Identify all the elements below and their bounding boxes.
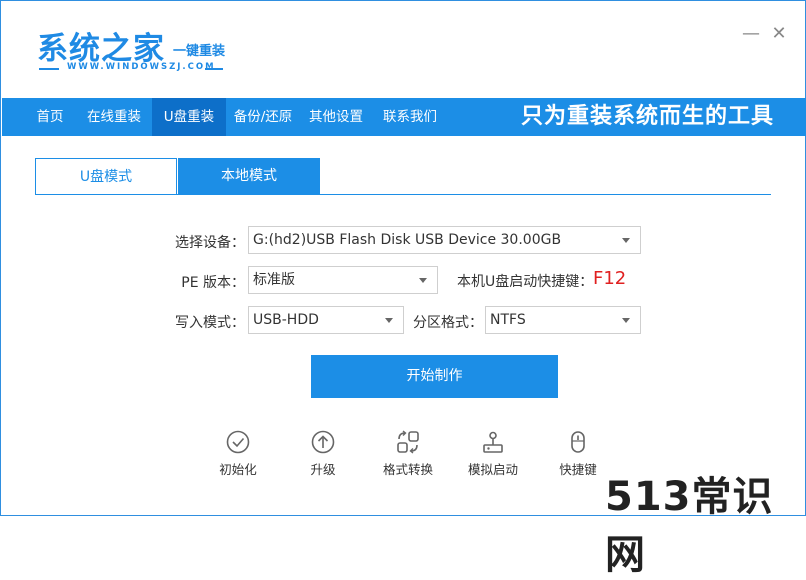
logo-divider-right (205, 68, 223, 70)
nav-online-reinstall[interactable]: 在线重装 (78, 98, 150, 136)
device-label: 选择设备： (175, 235, 245, 251)
tool-simulate-boot-label: 模拟启动 (467, 462, 518, 477)
start-making-button[interactable]: 开始制作 (311, 355, 558, 398)
convert-icon (397, 430, 419, 454)
write-mode-label: 写入模式： (175, 315, 245, 331)
device-select[interactable]: G:(hd2)USB Flash Disk USB Device 30.00GB (248, 226, 641, 254)
pe-version-select[interactable]: 标准版 (248, 266, 438, 294)
nav-home[interactable]: 首页 (26, 98, 74, 136)
chevron-down-icon (385, 318, 393, 323)
chevron-down-icon (419, 278, 427, 283)
partition-format-label: 分区格式： (413, 315, 483, 331)
top-nav: 首页 在线重装 U盘重装 备份/还原 其他设置 联系我们 只为重装系统而生的工具 (2, 98, 806, 136)
logo-url: WWW.WINDOWSZJ.COM (67, 62, 216, 72)
check-circle-icon (226, 430, 250, 454)
slogan: 只为重装系统而生的工具 (520, 104, 774, 129)
chevron-down-icon (622, 238, 630, 243)
nav-backup-restore[interactable]: 备份/还原 (228, 98, 298, 136)
tab-usb-mode[interactable]: U盘模式 (35, 158, 177, 195)
tool-upgrade-label: 升级 (310, 462, 336, 477)
tab-underline (35, 194, 771, 195)
watermark: 513常识网 (605, 474, 774, 578)
nav-contact-us[interactable]: 联系我们 (376, 98, 444, 136)
logo-divider-left (39, 68, 59, 70)
joystick-icon (483, 431, 503, 453)
arrow-up-circle-icon (311, 430, 335, 454)
tool-hotkey[interactable]: 快捷键 (543, 429, 613, 478)
device-select-value: G:(hd2)USB Flash Disk USB Device 30.00GB (253, 232, 562, 248)
tool-initialize-label: 初始化 (219, 462, 257, 477)
close-button[interactable]: ✕ (770, 25, 788, 43)
tool-hotkey-label: 快捷键 (559, 462, 597, 477)
logo-subtitle: 一键重装 (173, 44, 226, 59)
tool-initialize[interactable]: 初始化 (203, 429, 273, 478)
write-mode-select[interactable]: USB-HDD (248, 306, 404, 334)
nav-other-settings[interactable]: 其他设置 (302, 98, 370, 136)
write-mode-value: USB-HDD (253, 312, 319, 328)
tool-upgrade[interactable]: 升级 (288, 429, 358, 478)
hotkey-label: 本机U盘启动快捷键： (457, 274, 594, 290)
mouse-icon (571, 431, 585, 453)
partition-format-select[interactable]: NTFS (485, 306, 641, 334)
partition-format-value: NTFS (490, 312, 526, 328)
tab-local-mode[interactable]: 本地模式 (178, 158, 320, 195)
tool-format-convert-label: 格式转换 (382, 462, 433, 477)
pe-version-value: 标准版 (253, 272, 295, 288)
tool-simulate-boot[interactable]: 模拟启动 (458, 429, 528, 478)
tool-format-convert[interactable]: 格式转换 (373, 429, 443, 478)
hotkey-value: F12 (593, 268, 627, 289)
nav-usb-reinstall[interactable]: U盘重装 (152, 98, 226, 136)
chevron-down-icon (622, 318, 630, 323)
app-window: 系统之家 一键重装 WWW.WINDOWSZJ.COM — ✕ 首页 在线重装 … (0, 0, 806, 578)
minimize-button[interactable]: — (742, 25, 760, 43)
pe-version-label: PE 版本： (181, 275, 245, 291)
